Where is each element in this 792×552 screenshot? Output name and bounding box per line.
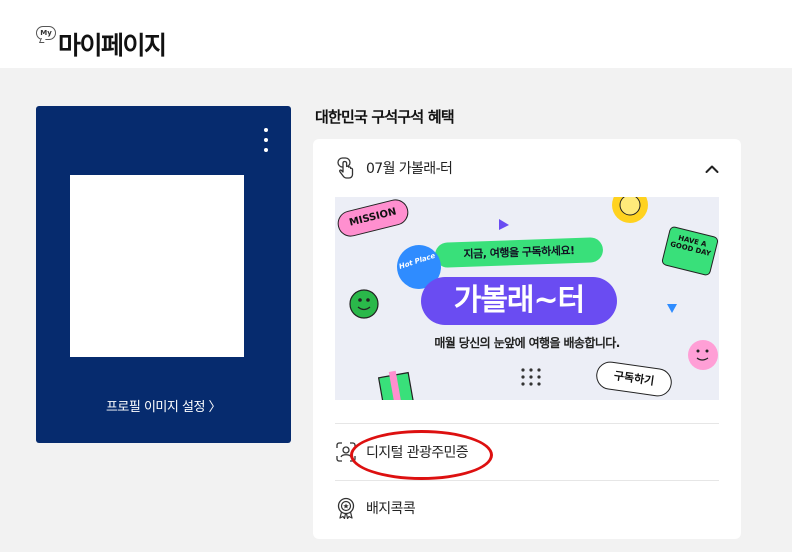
page-title: 마이페이지 [58,31,167,60]
chevron-up-icon[interactable] [705,161,719,175]
badge-item[interactable]: 배지콕콕 [335,497,719,519]
medal-icon [335,497,357,519]
benefit-card: 07월 가볼래-터 MISSION 지금, 여행을 구독하세요! Hot Pla… [313,139,741,539]
badge-label: 배지콕콕 [366,501,416,517]
profile-image-settings-link[interactable]: 프로필 이미지 설정 〉 [36,396,291,415]
more-options-icon[interactable] [261,128,271,152]
divider [335,480,719,481]
digital-resident-card-item[interactable]: 디지털 관광주민증 [335,441,719,463]
subscription-header[interactable]: 07월 가볼래-터 [335,157,719,179]
banner-description: 매월 당신의 눈앞에 여행을 배송합니다. [434,336,620,350]
smiley-sticker [349,289,379,319]
subscription-label: 07월 가볼래-터 [366,161,453,177]
page-header: My 마이페이지 [0,0,792,68]
banner-headline: 가볼래~터 [421,277,617,325]
section-title: 대한민국 구석구석 혜택 [315,108,455,126]
gift-sticker [377,370,415,400]
digital-resident-card-label: 디지털 관광주민증 [366,445,469,461]
my-speech-icon: My [36,26,56,40]
promo-banner[interactable]: MISSION 지금, 여행을 구독하세요! Hot Place 가볼래~터 H… [335,197,719,400]
touch-hand-icon [335,157,357,179]
profile-image [70,175,244,357]
divider [335,423,719,424]
face-scan-icon [335,441,357,463]
sunflower-sticker [612,197,648,223]
profile-card: 프로필 이미지 설정 〉 [36,106,291,443]
